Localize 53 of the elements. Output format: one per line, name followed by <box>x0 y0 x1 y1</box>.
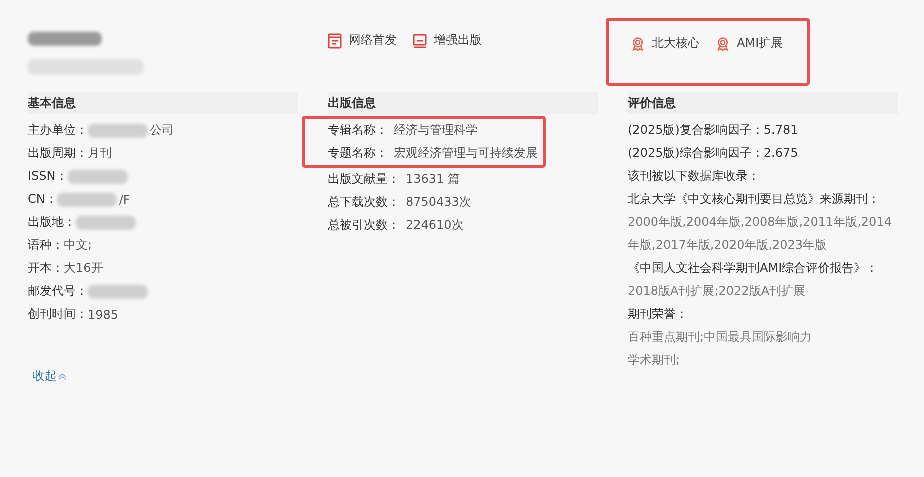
field-value: 大16开 <box>64 260 104 277</box>
field-value: 经济与管理科学 <box>394 122 478 139</box>
index-label: 期刊荣誉： <box>628 306 689 323</box>
index-label: (2025版)综合影响因子：2.675 <box>628 145 800 162</box>
field-value: 中文; <box>64 237 92 254</box>
index-value: 百种重点期刊;中国最具国际影响力 <box>628 329 814 346</box>
field-label: 专辑名称： <box>328 122 388 139</box>
redacted-block <box>76 216 136 230</box>
field-value: /F <box>119 192 130 206</box>
index-label: 该刊被以下数据库收录： <box>628 168 761 185</box>
index-value: 学术期刊; <box>628 352 682 369</box>
redacted-block <box>68 170 128 184</box>
section-title: 出版信息 <box>328 92 598 114</box>
index-label: 北京大学《中文核心期刊要目总览》来源期刊： <box>628 191 881 208</box>
award-icon <box>716 36 730 52</box>
field-label: 出版周期： <box>28 145 88 162</box>
redacted-block <box>88 124 148 138</box>
section-title: 基本信息 <box>28 92 298 114</box>
screen-icon <box>413 32 427 48</box>
section-title: 评价信息 <box>628 92 898 114</box>
field-value: 公司 <box>150 122 174 139</box>
feature-label[interactable]: 增强出版 <box>434 32 482 49</box>
feature-label[interactable]: 网络首发 <box>349 32 397 49</box>
badge-label: 北大核心 <box>652 35 700 52</box>
award-icon <box>631 36 645 52</box>
document-icon <box>328 32 342 48</box>
index-label: 《中国人文社会科学期刊AMI综合评价报告》： <box>628 260 880 277</box>
field-label: ISSN： <box>28 168 68 185</box>
field-label: 总下载次数： <box>328 194 400 211</box>
field-label: CN： <box>28 191 58 208</box>
field-label: 创刊时间： <box>28 306 88 323</box>
collapse-link[interactable]: 收起 <box>33 368 57 385</box>
field-value: 8750433次 <box>406 194 472 211</box>
field-label: 主办单位： <box>28 122 88 139</box>
field-label: 出版文献量： <box>328 171 400 188</box>
field-value: 1985 <box>88 308 119 322</box>
index-value: 2018版A刊扩展;2022版A刊扩展 <box>628 283 807 300</box>
field-label: 开本： <box>28 260 64 277</box>
index-label: (2025版)复合影响因子：5.781 <box>628 122 800 139</box>
field-label: 邮发代号： <box>28 283 88 300</box>
double-chevron-up-icon <box>58 372 67 380</box>
field-label: 总被引次数： <box>328 217 400 234</box>
field-value: 13631 篇 <box>406 171 460 188</box>
field-value: 224610次 <box>406 217 464 234</box>
field-label: 专题名称： <box>328 145 388 162</box>
field-label: 语种： <box>28 237 64 254</box>
redacted-block <box>57 192 118 206</box>
redacted-block <box>88 284 148 298</box>
field-value: 宏观经济管理与可持续发展 <box>394 145 538 162</box>
index-value: 2000年版,2004年版,2008年版,2011年版,2014年版,2017年版,2020年版,2023年版 <box>628 214 893 254</box>
field-label: 出版地： <box>28 214 76 231</box>
badge-label: AMI扩展 <box>737 35 784 52</box>
field-value: 月刊 <box>88 145 112 162</box>
